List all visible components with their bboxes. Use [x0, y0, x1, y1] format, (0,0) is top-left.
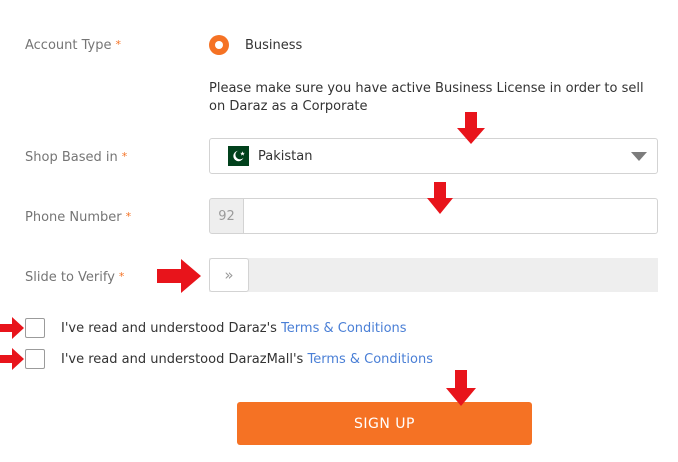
shop-based-in-label-text: Shop Based in — [25, 150, 118, 165]
country-select-value: Pakistan — [258, 148, 313, 164]
account-type-label-text: Account Type — [25, 38, 112, 53]
daraz-terms-label: I've read and understood Daraz's Terms &… — [61, 321, 407, 336]
slide-to-verify-label: Slide to Verify * — [25, 270, 124, 285]
arrow-right-icon — [0, 317, 24, 339]
country-select[interactable]: Pakistan — [209, 138, 658, 174]
required-mark: * — [121, 150, 128, 163]
arrow-down-icon — [457, 112, 485, 144]
shop-based-in-label: Shop Based in * — [25, 150, 127, 165]
chevron-down-icon — [631, 151, 647, 161]
account-type-label: Account Type * — [25, 38, 121, 53]
business-license-notice: Please make sure you have active Busines… — [209, 81, 644, 114]
pakistan-flag-icon — [221, 146, 249, 166]
slide-verify-track — [209, 258, 658, 292]
sign-up-button[interactable]: SIGN UP — [237, 402, 532, 445]
darazmall-terms-label: I've read and understood DarazMall's Ter… — [61, 352, 433, 367]
slide-verify-handle[interactable]: » — [209, 258, 249, 292]
daraz-terms-checkbox[interactable] — [25, 318, 45, 338]
slide-to-verify-label-text: Slide to Verify — [25, 270, 115, 285]
phone-number-label-text: Phone Number — [25, 210, 122, 225]
business-radio-button[interactable] — [209, 35, 229, 55]
darazmall-terms-link[interactable]: Terms & Conditions — [307, 352, 433, 367]
arrow-right-icon — [157, 259, 201, 293]
daraz-terms-text: I've read and understood Daraz's — [61, 321, 282, 336]
radio-dot — [215, 41, 223, 49]
arrow-down-icon — [427, 182, 453, 214]
required-mark: * — [115, 38, 121, 51]
required-mark: * — [118, 270, 125, 283]
arrow-down-icon — [446, 370, 476, 406]
double-chevron-right-icon: » — [224, 266, 234, 284]
phone-number-label: Phone Number * — [25, 210, 131, 225]
phone-country-code: 92 — [209, 198, 244, 234]
business-radio-option[interactable]: Business — [209, 35, 302, 55]
darazmall-terms-checkbox[interactable] — [25, 349, 45, 369]
daraz-terms-link[interactable]: Terms & Conditions — [281, 321, 407, 336]
required-mark: * — [125, 210, 132, 223]
darazmall-terms-text: I've read and understood DarazMall's — [61, 352, 308, 367]
business-radio-label: Business — [245, 37, 303, 53]
arrow-right-icon — [0, 348, 24, 370]
